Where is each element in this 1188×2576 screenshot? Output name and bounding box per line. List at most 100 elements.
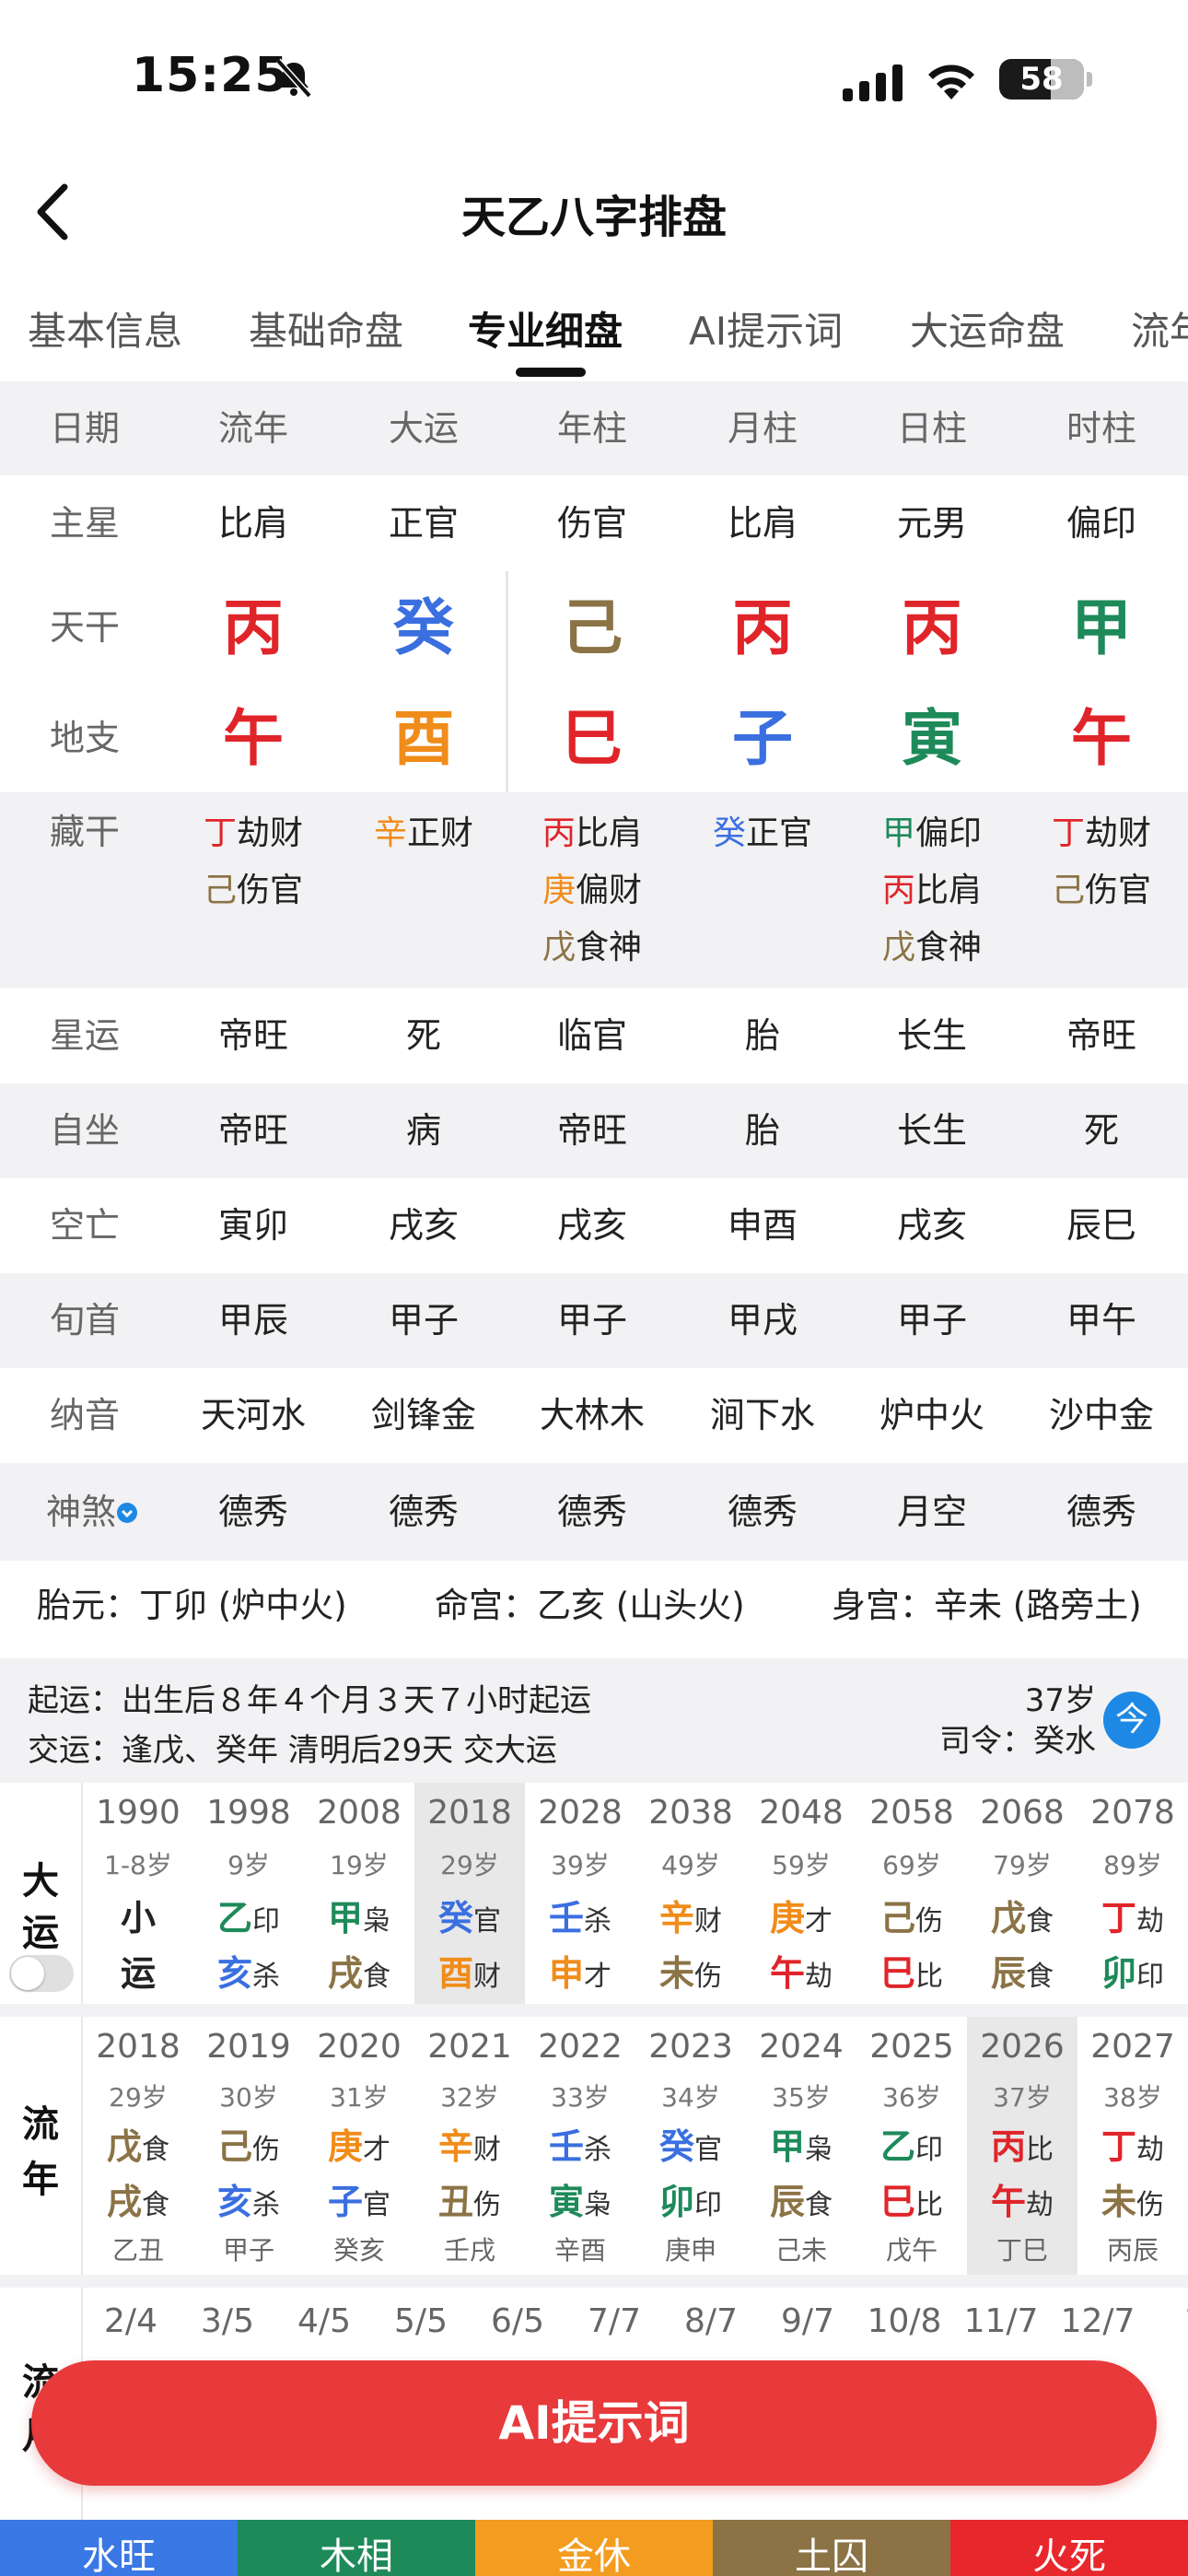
xingyun-cell-2: 临官 [556,1015,627,1056]
liunian-item[interactable]: 2024 35岁 甲枭 辰食 己未 [746,2017,856,2275]
canggan-item: 戊食神 [881,929,983,966]
dizhi-cell-4: 寅 [902,702,962,774]
nayin-label: 纳音 [49,1395,120,1435]
dizhi-cell-1: 酉 [393,702,454,774]
dayun-item[interactable]: 1998 9岁 乙印 亥杀 [193,1783,304,2004]
dayun-item[interactable]: 2058 69岁 己伤 巳比 [856,1783,967,2004]
shensha-expand-icon[interactable] [117,1503,137,1523]
xingyun-label: 星运 [49,1015,120,1056]
column-divider [506,571,508,792]
liuyue-date[interactable]: 6/5 [472,2302,564,2340]
nayin-cell-0: 天河水 [200,1395,306,1435]
tab-dayun-chart[interactable]: 大运命盘 [910,300,1065,357]
nayin-cell-1: 剑锋金 [370,1395,476,1435]
liuyue-date[interactable]: 11/7 [955,2302,1047,2340]
kongwang-cell-5: 辰巳 [1066,1205,1136,1246]
zhuxing-cell-4: 元男 [896,503,967,544]
canggan-item: 丙比肩 [881,872,983,909]
dayun-item[interactable]: 2008 19岁 甲枭 戌食 [304,1783,414,2004]
liunian-item[interactable]: 2026 37岁 丙比 午劫 丁巳 [967,2017,1077,2275]
dayun-item[interactable]: 2048 59岁 庚才 午劫 [746,1783,856,2004]
page-title: 天乙八字排盘 [460,192,727,243]
zhuxing-cell-3: 比肩 [727,503,798,544]
section-separator [0,2275,1188,2288]
dayun-item[interactable]: 1990 1-8岁小运 [83,1783,193,2004]
liunian-item[interactable]: 2018 29岁 戊食 戌食 乙丑 [83,2017,193,2275]
today-button[interactable]: 今 [1103,1692,1160,1749]
canggan-item: 癸正官 [712,814,813,852]
header-6: 时柱 [1066,408,1136,449]
canggan-label: 藏干 [49,812,120,852]
liuyue-date[interactable]: 8/7 [665,2302,757,2340]
shensha-cell-1: 德秀 [388,1492,459,1532]
tab-liunian[interactable]: 流年 [1131,300,1188,357]
dizhi-label: 地支 [49,718,120,758]
dizhi-cell-5: 午 [1071,702,1132,774]
liunian-item[interactable]: 2025 36岁 乙印 巳比 戊午 [856,2017,967,2275]
liunian-item[interactable]: 2023 34岁 癸官 卯印 庚申 [635,2017,746,2275]
dayun-item[interactable]: 2078 89岁 丁劫 卯印 [1077,1783,1188,2004]
dayun-item[interactable]: 2028 39岁 壬杀 申才 [525,1783,635,2004]
liunian-item[interactable]: 2019 30岁 己伤 亥杀 甲子 [193,2017,304,2275]
zhuxing-cell-5: 偏印 [1066,503,1136,544]
liuyue-date[interactable]: 4/5 [278,2302,370,2340]
liuyue-date[interactable]: 5/5 [375,2302,467,2340]
liunian-item[interactable]: 2027 38岁 丁劫 未伤 丙辰 [1077,2017,1188,2275]
shensha-cell-0: 德秀 [217,1492,288,1532]
header-5: 日柱 [896,408,967,449]
canggan-item: 庚偏财 [542,872,643,909]
tab-basic-chart[interactable]: 基础命盘 [249,300,403,357]
kongwang-label: 空亡 [49,1205,120,1246]
dayun-item[interactable]: 2038 49岁 辛财 未伤 [635,1783,746,2004]
wifi-icon [928,64,974,100]
siling-text: 司令：癸水 [939,1723,1096,1760]
xunshou-cell-1: 甲子 [388,1300,459,1341]
wuxing-segment: 水旺 [0,2520,238,2576]
tab-basic-info[interactable]: 基本信息 [28,300,182,357]
nayin-cell-2: 大林木 [539,1395,645,1435]
liuyue-date[interactable]: 10/8 [858,2302,950,2340]
xingyun-cell-1: 死 [405,1015,441,1056]
dizhi-cell-0: 午 [223,702,284,774]
liunian-item[interactable]: 2020 31岁 庚才 子官 癸亥 [304,2017,414,2275]
liuyue-date[interactable]: 2/4 [85,2302,177,2340]
canggan-item: 辛正财 [373,814,474,852]
shensha-cell-2: 德秀 [556,1492,627,1532]
shengong-text: 身宫：辛未 (路旁土) [832,1586,1142,1625]
tab-ai-prompt[interactable]: AI提示词 [689,300,843,357]
kongwang-cell-1: 戌亥 [388,1205,459,1246]
canggan-item: 己伤官 [203,872,304,909]
status-time: 15:25 [132,48,289,103]
zhuxing-cell-2: 伤官 [556,503,627,544]
active-tab-indicator [516,368,586,377]
kongwang-cell-4: 戌亥 [896,1205,967,1246]
tab-pro-chart[interactable]: 专业细盘 [468,300,623,357]
header-3: 年柱 [556,408,627,449]
zizuo-cell-1: 病 [405,1110,441,1151]
ai-prompt-button[interactable]: AI提示词 [31,2360,1157,2486]
zhuxing-cell-1: 正官 [388,503,459,544]
dizhi-cell-3: 子 [732,702,793,774]
header-0: 日期 [49,408,120,449]
xingyun-cell-4: 长生 [896,1015,967,1056]
current-age: 37岁 [1024,1682,1096,1719]
tiangan-cell-0: 丙 [223,591,284,663]
liuyue-date[interactable]: 7/7 [568,2302,660,2340]
bell-muted-icon [275,58,312,99]
taiyuan-text: 胎元：丁卯 (炉中火) [37,1586,347,1625]
nayin-cell-4: 炉中火 [879,1395,984,1435]
canggan-item: 己伤官 [1051,872,1152,909]
canggan-item: 丙比肩 [542,814,643,852]
dayun-toggle[interactable] [9,1955,74,1992]
wuxing-segment: 土囚 [713,2520,950,2576]
liunian-item[interactable]: 2021 32岁 辛财 丑伤 壬戌 [414,2017,525,2275]
liuyue-date[interactable]: 3/5 [181,2302,274,2340]
header-4: 月柱 [727,408,798,449]
dayun-item[interactable]: 2068 79岁 戊食 辰食 [967,1783,1077,2004]
liuyue-date[interactable]: 1 [1148,2302,1188,2340]
liuyue-date[interactable]: 9/7 [762,2302,854,2340]
liunian-item[interactable]: 2022 33岁 壬杀 寅枭 辛酉 [525,2017,635,2275]
dayun-item[interactable]: 2018 29岁 癸官 酉财 [414,1783,525,2004]
liuyue-date[interactable]: 12/7 [1052,2302,1144,2340]
tab-bar: 基本信息 基础命盘 专业细盘 AI提示词 大运命盘 流年 [0,293,1188,376]
